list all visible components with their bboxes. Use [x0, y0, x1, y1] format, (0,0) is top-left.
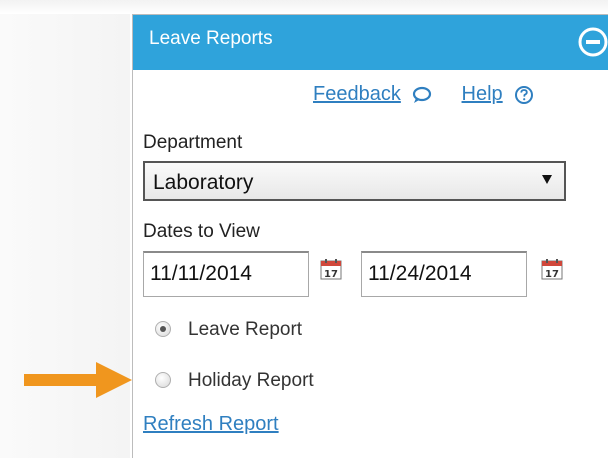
calendar-icon[interactable]: 17 [541, 258, 563, 280]
panel-title: Leave Reports [149, 28, 273, 49]
department-selected-value: Laboratory [153, 171, 254, 194]
radio-button-checked[interactable] [155, 321, 171, 337]
help-links-row: Feedback Help [313, 83, 534, 106]
end-date-input[interactable]: 11/24/2014 [361, 251, 527, 297]
chevron-down-icon [542, 175, 552, 184]
panel-header: Leave Reports [133, 15, 608, 70]
speech-bubble-icon[interactable] [412, 86, 432, 104]
department-label: Department [143, 132, 243, 153]
refresh-report-link[interactable]: Refresh Report [143, 413, 279, 436]
dates-label: Dates to View [143, 221, 260, 242]
department-select[interactable]: Laboratory [143, 161, 566, 201]
feedback-link[interactable]: Feedback [313, 83, 401, 105]
calendar-day-label: 17 [545, 269, 559, 280]
start-date-input[interactable]: 11/11/2014 [143, 251, 309, 297]
leave-report-label: Leave Report [188, 319, 303, 340]
arrow-right-icon [24, 362, 132, 398]
calendar-day-label: 17 [324, 269, 338, 280]
leave-reports-panel: Leave Reports Feedback Help Department L… [132, 14, 608, 458]
holiday-report-label: Holiday Report [188, 370, 314, 391]
top-fade [0, 0, 608, 14]
radio-button-unchecked[interactable] [155, 372, 171, 388]
minus-circle-icon[interactable] [577, 26, 608, 58]
question-circle-icon[interactable] [514, 85, 534, 105]
screenshot-stage: Leave Reports Feedback Help Department L… [0, 0, 608, 458]
help-link[interactable]: Help [462, 83, 503, 105]
calendar-icon[interactable]: 17 [320, 258, 342, 280]
